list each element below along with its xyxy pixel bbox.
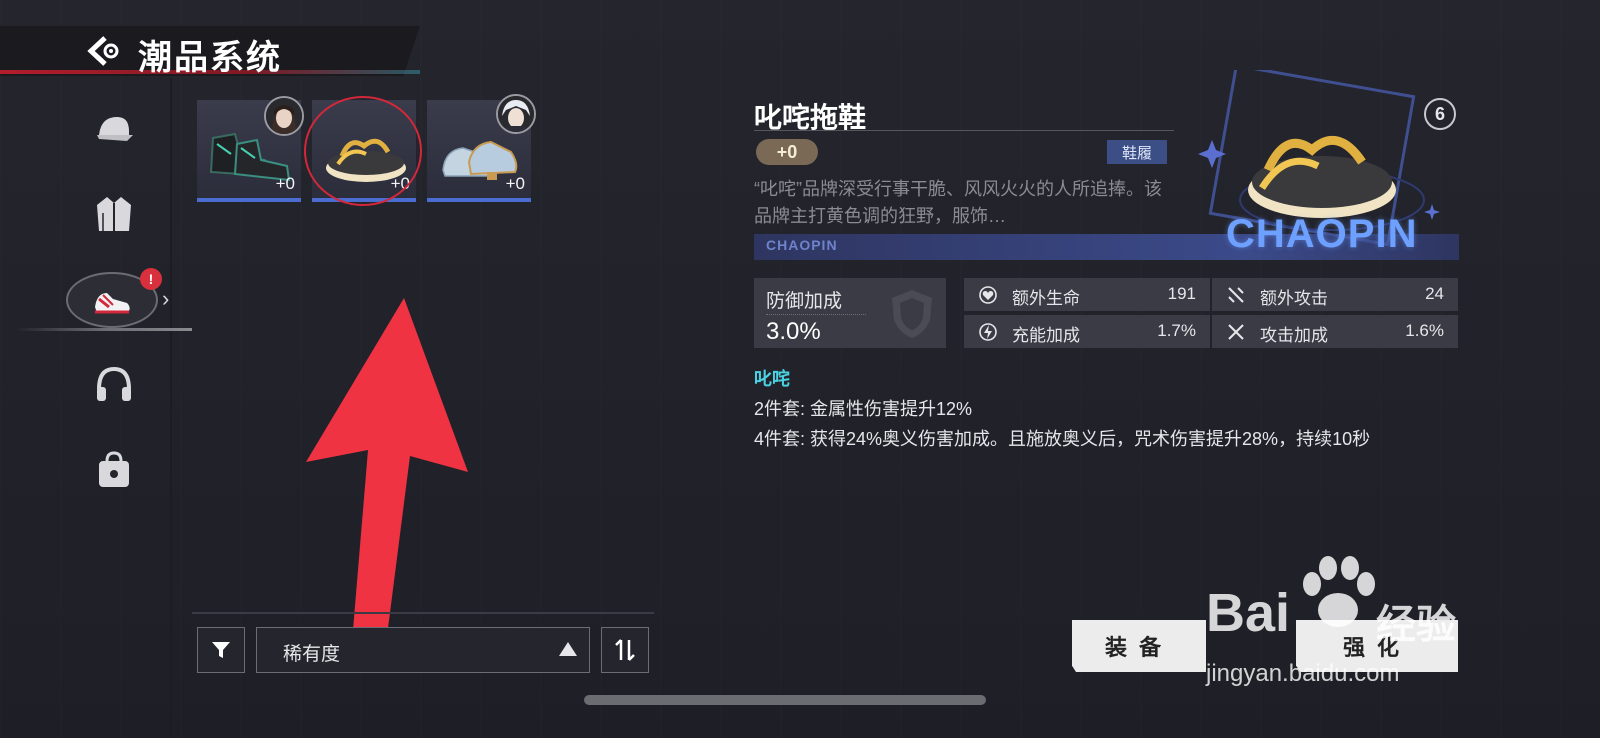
chaopin-badge-text: CHAOPIN [1226, 212, 1418, 256]
watermark-url: jingyan.baidu.com [1206, 660, 1400, 687]
sub-stat-atk: 额外攻击 24 [1212, 278, 1458, 311]
alert-badge: ! [140, 268, 162, 290]
back-arrow-icon [87, 36, 119, 66]
sub-stat-atk-bonus: 攻击加成 1.6% [1212, 315, 1458, 348]
sort-select-label: 稀有度 [283, 644, 341, 665]
main-stat-value: 3.0% [766, 318, 821, 345]
sub-stat-hp: 额外生命 191 [964, 278, 1210, 311]
heart-icon [979, 286, 997, 304]
set-bonus-4: 4件套: 获得24%奥义伤害加成。且施放奥义后，咒术伤害提升28%，持续10秒 [754, 429, 1371, 449]
rarity-number-icon: 6 [1424, 98, 1456, 130]
set-name: 叱咤 [754, 369, 790, 389]
item-card-sandals[interactable]: +0 [312, 100, 416, 202]
sub-stat-value: 24 [1425, 284, 1444, 303]
crossed-swords-icon [1228, 324, 1244, 340]
sub-stat-value: 1.7% [1157, 321, 1196, 340]
main-stat-name: 防御加成 [766, 291, 843, 312]
item-description: “叱咤”品牌深受行事干脆、风风火火的人所追捧。该品牌主打黄色调的狂野，服饰… [754, 179, 1162, 226]
item-level: +0 [275, 174, 295, 193]
home-indicator[interactable] [584, 695, 986, 705]
equip-button[interactable]: 装备 [1072, 620, 1206, 672]
sword-icon [1228, 287, 1244, 303]
triangle-up-icon [559, 642, 577, 656]
sort-select[interactable]: 稀有度 [256, 627, 590, 673]
back-button[interactable] [82, 33, 124, 69]
shoe-icon [95, 293, 130, 314]
cap-icon [97, 117, 133, 141]
item-level: +0 [390, 174, 410, 193]
sort-order-button[interactable] [601, 627, 649, 673]
watermark-cn: 经验 [1376, 603, 1456, 647]
sort-order-icon [615, 639, 635, 661]
active-item-underline [16, 328, 192, 331]
paw-icon [1303, 556, 1375, 627]
avatar [496, 94, 536, 134]
sub-stat-name: 额外攻击 [1260, 289, 1328, 308]
chevron-right-icon: › [162, 286, 170, 311]
sub-stat-name: 额外生命 [1012, 289, 1080, 308]
title-rule [754, 130, 1174, 131]
annotation-arrow-icon [306, 298, 468, 644]
sub-stat-energy: 充能加成 1.7% [964, 315, 1210, 348]
set-bonus-2: 2件套: 金属性伤害提升12% [754, 399, 973, 419]
filter-button[interactable] [197, 627, 245, 673]
item-level: +0 [505, 174, 525, 193]
sub-stat-name: 攻击加成 [1260, 326, 1328, 345]
controls-divider [192, 612, 654, 614]
chaopin-strip-text: CHAOPIN [766, 237, 838, 253]
main-stat: 防御加成 3.0% [754, 278, 946, 348]
sidebar-item-bag[interactable] [86, 442, 142, 498]
sub-stat-name: 充能加成 [1012, 326, 1080, 345]
energy-icon [979, 323, 997, 341]
watermark-logo: Bai [1206, 583, 1291, 643]
character-portrait-icon [498, 96, 534, 132]
sub-stat-value: 1.6% [1405, 321, 1444, 340]
bag-icon [99, 451, 129, 487]
sidebar-item-hat[interactable] [86, 100, 142, 156]
item-level-pill: +0 [756, 139, 818, 165]
filter-icon [212, 642, 230, 658]
item-type-tag: 鞋履 [1107, 140, 1167, 164]
jacket-icon [97, 197, 131, 231]
sidebar-item-shoes[interactable] [84, 272, 140, 328]
sidebar-item-headphones[interactable] [86, 356, 142, 412]
headphones-icon [97, 366, 131, 401]
sidebar-divider [170, 78, 172, 738]
main-stat-divider [766, 314, 866, 315]
page-title: 潮品系统 [138, 39, 282, 77]
avatar [264, 96, 304, 136]
shield-icon [892, 290, 932, 338]
character-portrait-icon [266, 98, 302, 134]
sidebar-item-jacket[interactable] [86, 186, 142, 242]
sub-stat-value: 191 [1167, 284, 1196, 303]
